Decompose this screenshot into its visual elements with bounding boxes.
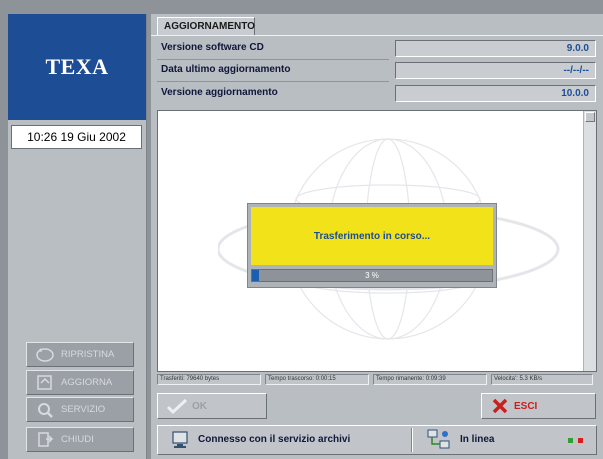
last-update-label: Data ultimo aggiornamento	[161, 64, 291, 75]
monitor-icon	[172, 431, 188, 448]
logo-panel: TEXA	[8, 14, 146, 120]
restore-button[interactable]: RIPRISTINA	[26, 342, 134, 367]
row-separator	[157, 59, 389, 60]
led-red-icon	[578, 438, 583, 443]
main-panel: AGGIORNAMENTO Versione software CD 9.0.0…	[151, 14, 603, 459]
exit-x-icon	[492, 398, 508, 414]
status-bar: Trasferiti: 79640 bytes Tempo trascorso:…	[157, 374, 597, 385]
update-label: AGGIORNA	[61, 377, 113, 388]
app-window: TEXA 10:26 19 Giu 2002 RIPRISTINA AGGIOR…	[0, 0, 603, 459]
exit-button[interactable]: ESCI	[481, 393, 596, 419]
transfer-area: Trasferimento in corso... 3 %	[157, 110, 597, 372]
info-row-last-update: Data ultimo aggiornamento --/--/--	[157, 62, 597, 79]
close-icon	[38, 432, 54, 447]
update-version-value: 10.0.0	[395, 85, 596, 102]
scroll-up-icon[interactable]	[585, 112, 595, 122]
network-icon	[427, 429, 450, 449]
service-icon	[38, 403, 53, 418]
vertical-scrollbar[interactable]	[583, 111, 596, 371]
transfer-dialog: Trasferimento in corso... 3 %	[247, 203, 497, 288]
status-transferred: Trasferiti: 79640 bytes	[157, 374, 261, 385]
sidebar: TEXA 10:26 19 Giu 2002 RIPRISTINA AGGIOR…	[8, 14, 147, 459]
led-green-icon	[568, 438, 573, 443]
transfer-progress-bar: 3 %	[251, 269, 493, 282]
service-label: SERVIZIO	[61, 404, 106, 415]
update-button[interactable]: AGGIORNA	[26, 370, 134, 395]
ok-label: OK	[192, 400, 207, 412]
update-version-label: Versione aggiornamento	[161, 87, 278, 98]
status-remaining: Tempo rimanente: 0:09:39	[373, 374, 487, 385]
status-speed: Velocita': 5.3 KB/s	[491, 374, 593, 385]
row-separator	[157, 81, 389, 82]
progress-percent: 3 %	[365, 271, 379, 280]
status-elapsed: Tempo trascorso: 0:00:15	[265, 374, 369, 385]
info-row-update-version: Versione aggiornamento 10.0.0	[157, 85, 597, 102]
update-icon	[37, 375, 52, 390]
cd-version-value: 9.0.0	[395, 40, 596, 57]
transfer-message: Trasferimento in corso...	[251, 207, 493, 265]
close-button[interactable]: CHIUDI	[26, 427, 134, 452]
tab-aggiornamento[interactable]: AGGIORNAMENTO	[157, 17, 255, 35]
check-icon	[166, 398, 188, 414]
restore-icon	[36, 348, 54, 362]
ok-button[interactable]: OK	[157, 393, 267, 419]
texa-logo: TEXA	[45, 54, 109, 79]
info-row-cd-version: Versione software CD 9.0.0	[157, 40, 597, 57]
line-status: In linea	[460, 434, 495, 445]
restore-label: RIPRISTINA	[61, 349, 115, 360]
exit-label: ESCI	[514, 400, 538, 412]
close-label: CHIUDI	[61, 434, 94, 445]
connection-bar: Connesso con il servizio archivi In line…	[157, 425, 597, 455]
service-button[interactable]: SERVIZIO	[26, 397, 134, 422]
clock-display: 10:26 19 Giu 2002	[11, 125, 142, 149]
connection-status: Connesso con il servizio archivi	[198, 434, 351, 445]
bar-divider	[411, 428, 413, 452]
cd-version-label: Versione software CD	[161, 42, 264, 53]
tab-divider	[151, 35, 603, 36]
last-update-value: --/--/--	[395, 62, 596, 79]
